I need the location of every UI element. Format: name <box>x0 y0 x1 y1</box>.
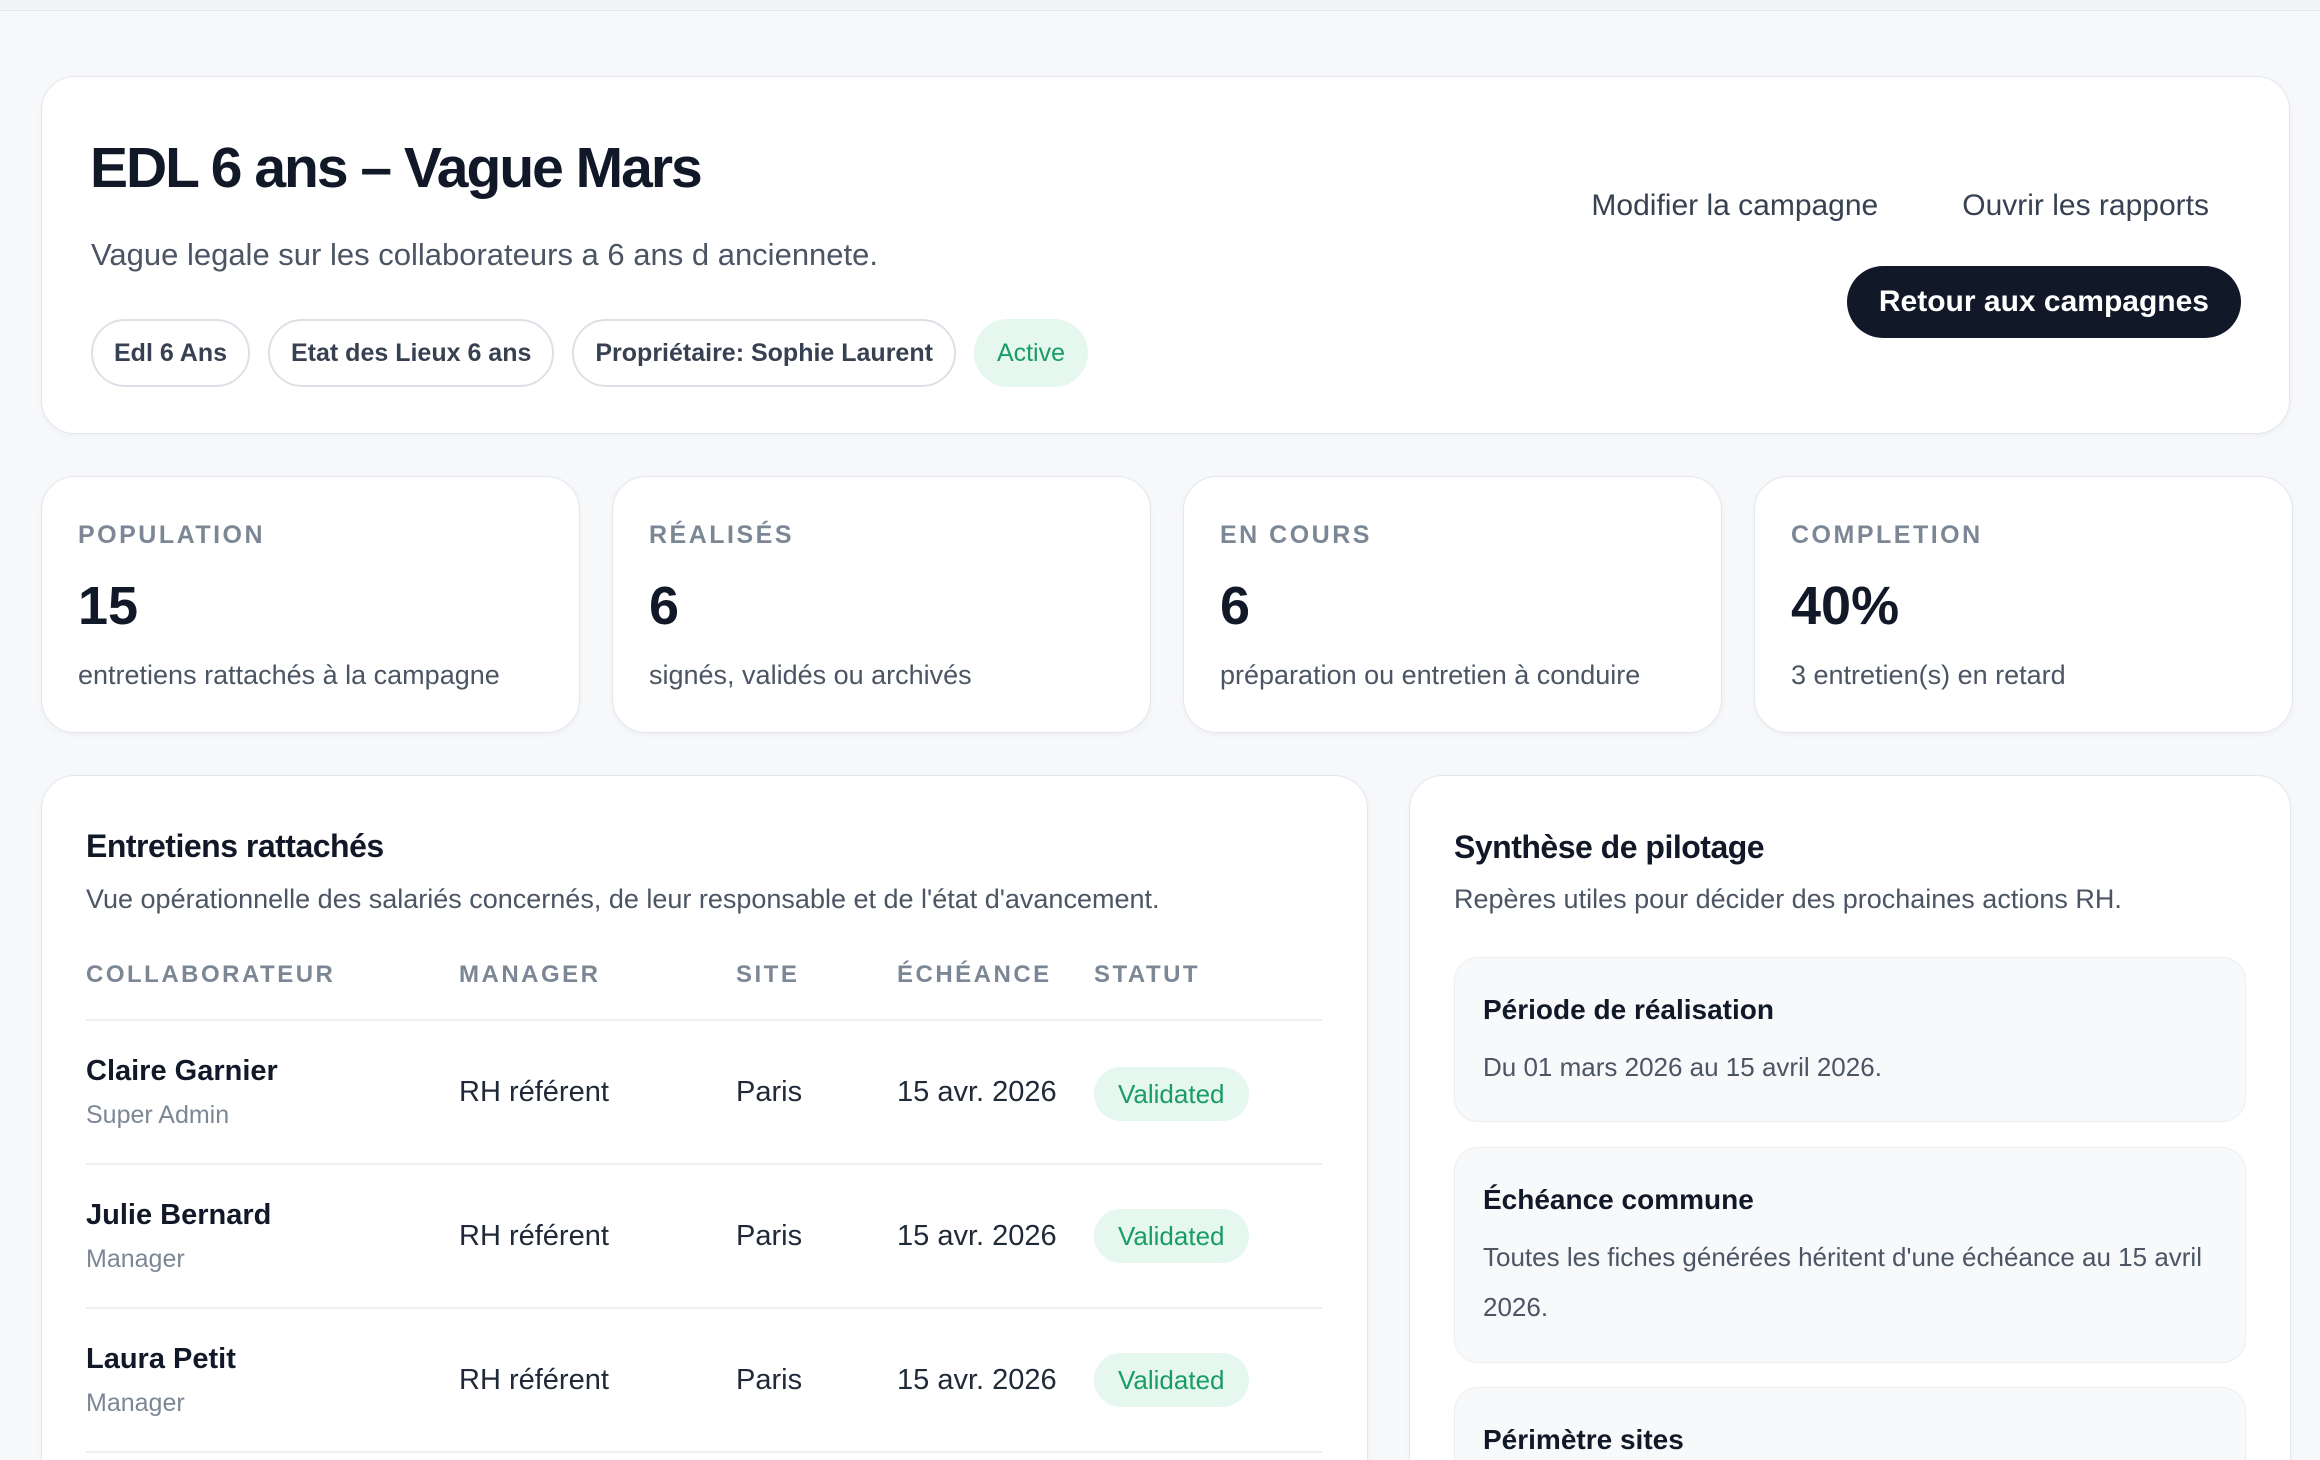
tag-campaign-type: Edl 6 Ans <box>91 319 250 387</box>
table-row[interactable]: Julie Bernard Manager RH référent Paris … <box>86 1163 1322 1307</box>
column-header-echeance[interactable]: ÉCHÉANCE <box>897 961 1052 989</box>
stat-description: entretiens rattachés à la campagne <box>78 660 500 690</box>
status-badge: Validated <box>1094 1353 1249 1407</box>
interviews-card: Entretiens rattachés Vue opérationnelle … <box>41 775 1368 1460</box>
status-badge: Validated <box>1094 1209 1249 1263</box>
table-row-divider <box>86 1451 1322 1460</box>
column-header-manager[interactable]: MANAGER <box>459 961 601 989</box>
status-badge: Validated <box>1094 1067 1249 1121</box>
stat-card-population: POPULATION 15 entretiens rattachés à la … <box>41 476 580 733</box>
summary-subtitle: Repères utiles pour décider des prochain… <box>1454 884 2122 914</box>
campaign-header-card: EDL 6 ans – Vague Mars Vague legale sur … <box>41 76 2290 434</box>
summary-item-title: Échéance commune <box>1483 1184 1754 1215</box>
stat-label: COMPLETION <box>1791 521 1983 549</box>
summary-item-periode: Période de réalisation Du 01 mars 2026 a… <box>1454 957 2246 1122</box>
interviews-subtitle: Vue opérationnelle des salariés concerné… <box>86 884 1160 914</box>
interviews-title: Entretiens rattachés <box>86 828 384 864</box>
status-badge: Active <box>973 319 1089 387</box>
site-cell: Paris <box>736 1364 803 1396</box>
back-to-campaigns-button[interactable]: Retour aux campagnes <box>1846 266 2241 338</box>
collaborator-role: Manager <box>86 1245 185 1273</box>
collaborator-name: Claire Garnier <box>86 1055 278 1087</box>
stat-card-completion: COMPLETION 40% 3 entretien(s) en retard <box>1754 476 2293 733</box>
stat-label: RÉALISÉS <box>649 521 795 549</box>
collaborator-name: Laura Petit <box>86 1343 236 1375</box>
summary-title: Synthèse de pilotage <box>1454 829 1765 865</box>
site-cell: Paris <box>736 1220 803 1252</box>
summary-item-echeance: Échéance commune Toutes les fiches génér… <box>1454 1147 2246 1363</box>
summary-item-title: Période de réalisation <box>1483 994 1774 1025</box>
due-date-cell: 15 avr. 2026 <box>897 1076 1057 1108</box>
site-cell: Paris <box>736 1076 803 1108</box>
summary-item-text: Du 01 mars 2026 au 15 avril 2026. <box>1483 1052 1882 1082</box>
table-row[interactable]: Laura Petit Manager RH référent Paris 15… <box>86 1307 1322 1451</box>
stat-label: EN COURS <box>1220 521 1372 549</box>
summary-item-text: Toutes les fiches générées héritent d'un… <box>1483 1242 2202 1322</box>
manager-cell: RH référent <box>459 1364 609 1396</box>
collaborator-name: Julie Bernard <box>86 1199 272 1231</box>
collaborator-role: Manager <box>86 1389 185 1417</box>
collaborator-role: Super Admin <box>86 1101 230 1129</box>
stat-value: 6 <box>1220 576 1251 636</box>
stat-label: POPULATION <box>78 521 266 549</box>
stat-description: 3 entretien(s) en retard <box>1791 660 2066 690</box>
stat-value: 40% <box>1791 576 1900 636</box>
column-header-collaborateur[interactable]: COLLABORATEUR <box>86 961 335 989</box>
table-row[interactable]: Claire Garnier Super Admin RH référent P… <box>86 1019 1322 1163</box>
stat-description: signés, validés ou archivés <box>649 660 972 690</box>
page-title: EDL 6 ans – Vague Mars <box>90 136 703 200</box>
campaign-description: Vague legale sur les collaborateurs a 6 … <box>91 237 879 272</box>
due-date-cell: 15 avr. 2026 <box>897 1220 1057 1252</box>
stat-card-realises: RÉALISÉS 6 signés, validés ou archivés <box>612 476 1151 733</box>
stat-value: 15 <box>78 576 139 636</box>
stat-value: 6 <box>649 576 680 636</box>
stat-description: préparation ou entretien à conduire <box>1220 660 1641 690</box>
open-reports-button[interactable]: Ouvrir les rapports <box>1962 189 2209 223</box>
manager-cell: RH référent <box>459 1220 609 1252</box>
summary-item-perimetre: Périmètre sites <box>1454 1387 2246 1460</box>
tag-owner: Propriétaire: Sophie Laurent <box>572 319 956 387</box>
campaign-tags: Edl 6 Ans Etat des Lieux 6 ans Propriéta… <box>91 319 1089 387</box>
top-bar-divider <box>0 0 2320 11</box>
column-header-site[interactable]: SITE <box>736 961 799 989</box>
stat-card-en-cours: EN COURS 6 préparation ou entretien à co… <box>1183 476 1722 733</box>
due-date-cell: 15 avr. 2026 <box>897 1364 1057 1396</box>
edit-campaign-button[interactable]: Modifier la campagne <box>1591 189 1878 223</box>
tag-template: Etat des Lieux 6 ans <box>268 319 555 387</box>
column-header-statut[interactable]: STATUT <box>1094 961 1200 989</box>
summary-item-title: Périmètre sites <box>1483 1424 1684 1455</box>
manager-cell: RH référent <box>459 1076 609 1108</box>
summary-card: Synthèse de pilotage Repères utiles pour… <box>1409 775 2291 1460</box>
campaign-actions: Modifier la campagne Ouvrir les rapports <box>1591 189 2209 223</box>
